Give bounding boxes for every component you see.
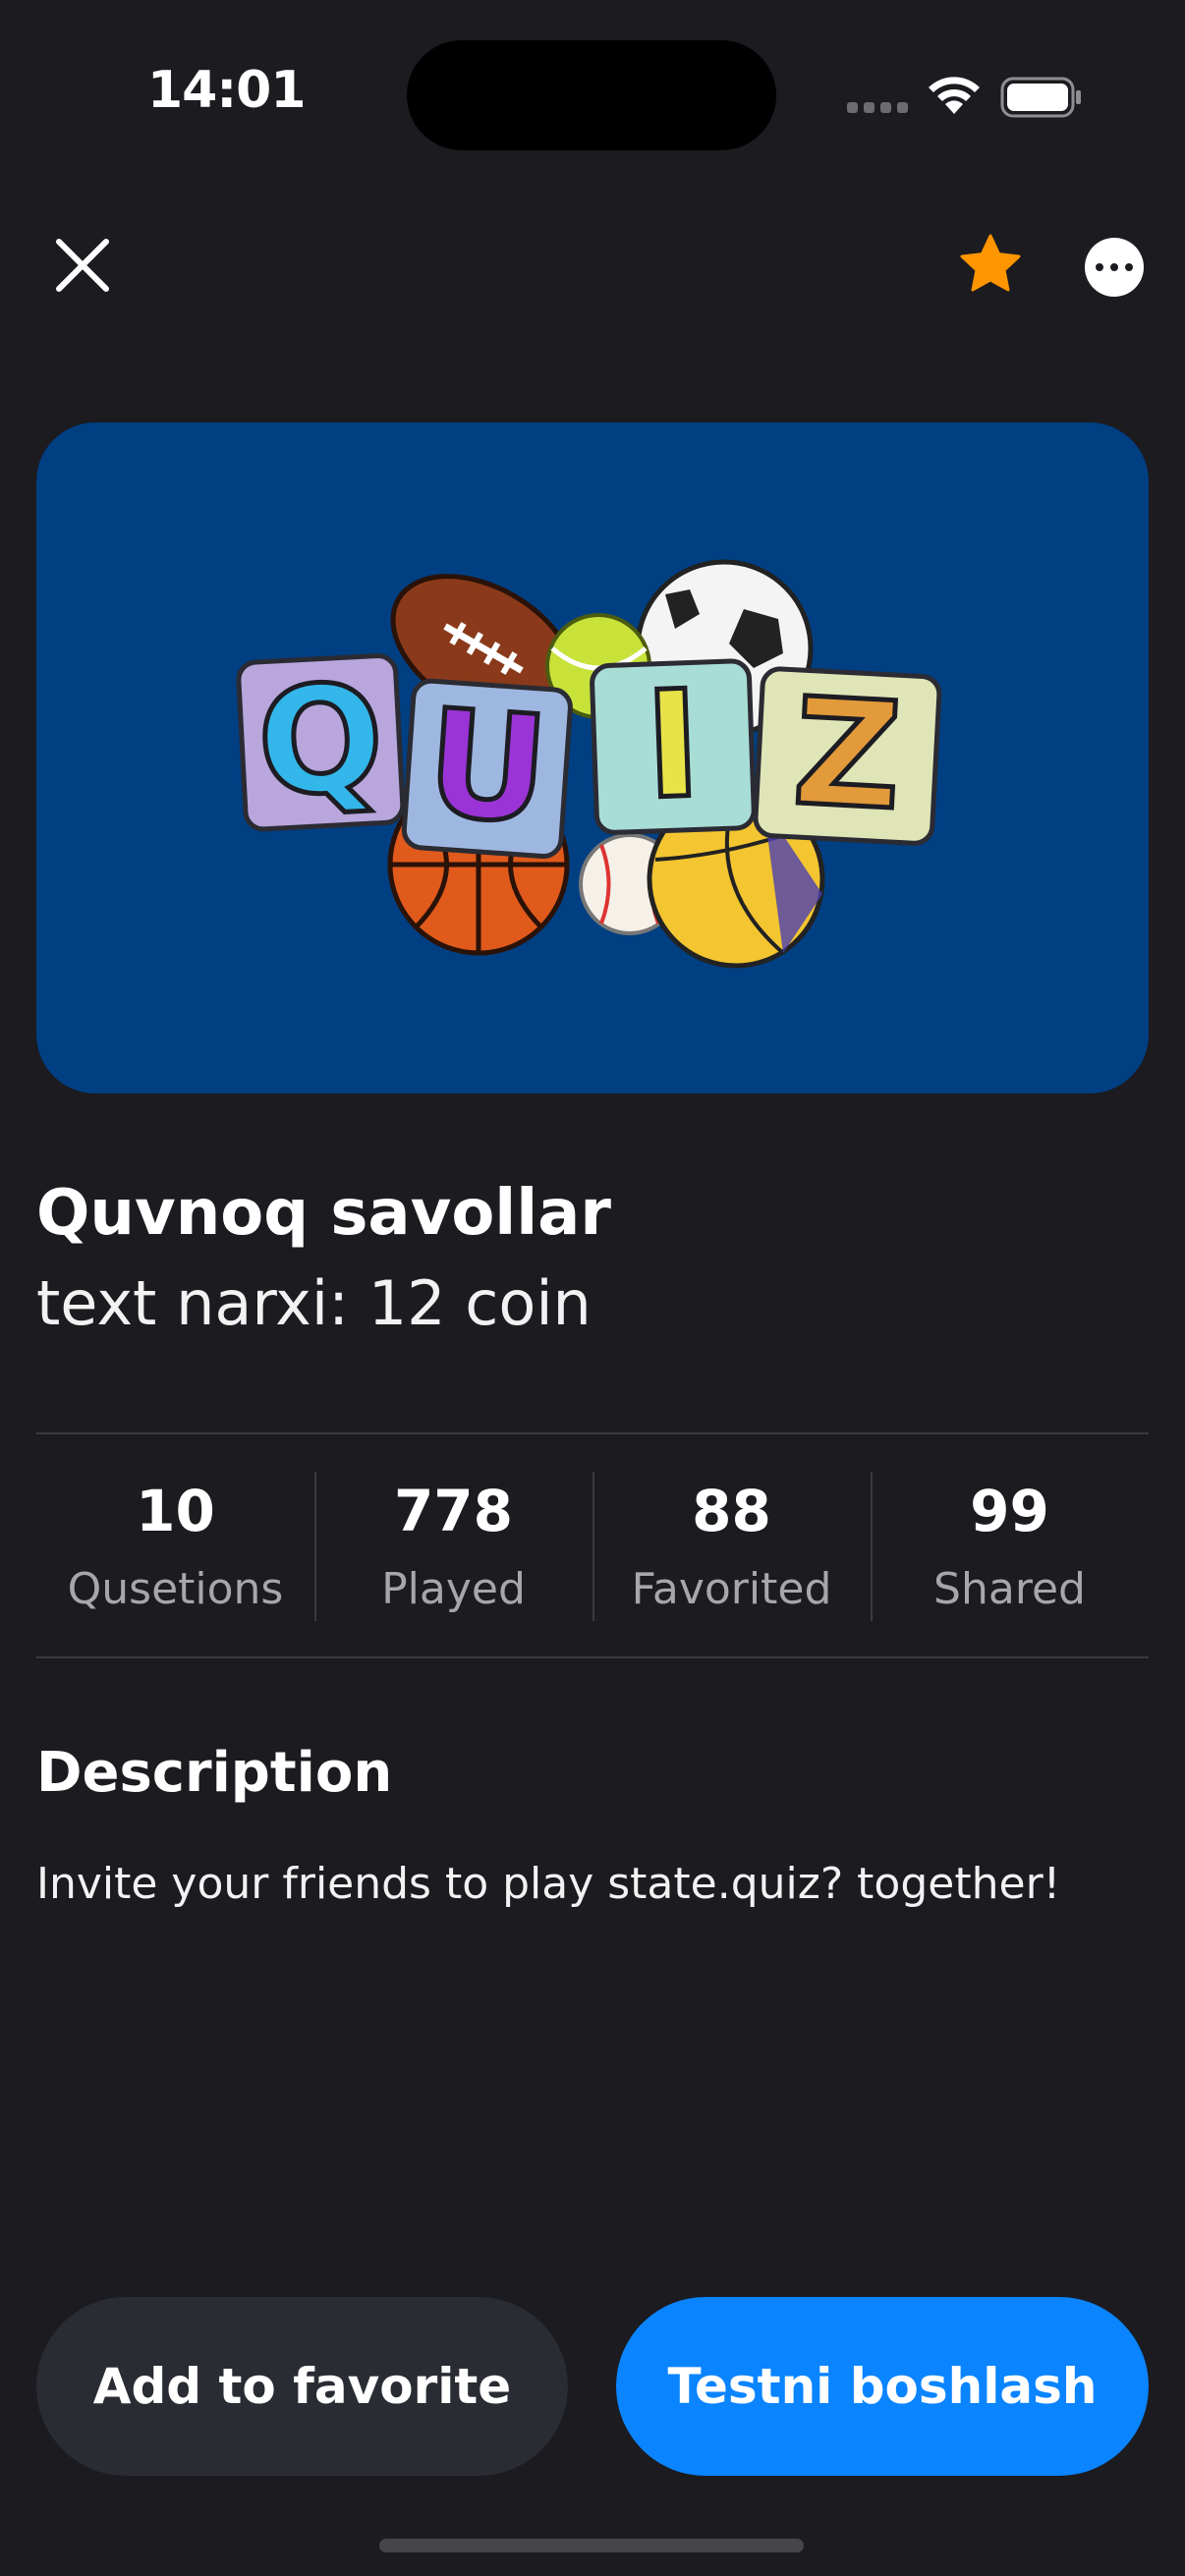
cellular-signal-icon <box>847 102 908 113</box>
quiz-stats: 10 Qusetions 778 Played 88 Favorited 99 … <box>36 1434 1149 1656</box>
stat-value: 99 <box>970 1477 1049 1544</box>
stat-value: 88 <box>692 1477 771 1544</box>
quiz-cover-image: Q U I Z <box>36 422 1149 1093</box>
stat-label: Favorited <box>631 1563 832 1614</box>
svg-text:Z: Z <box>790 667 906 843</box>
close-icon[interactable] <box>49 232 116 299</box>
star-icon[interactable] <box>957 232 1024 299</box>
stats-divider-bottom <box>36 1656 1149 1658</box>
svg-text:U: U <box>422 678 553 857</box>
more-icon[interactable] <box>1085 238 1144 297</box>
svg-text:Q: Q <box>254 652 387 829</box>
stat-shared: 99 Shared <box>871 1434 1149 1656</box>
stat-label: Shared <box>933 1563 1086 1614</box>
quiz-title: Quvnoq savollar <box>36 1177 611 1250</box>
svg-text:I: I <box>643 659 704 832</box>
stat-value: 10 <box>136 1477 215 1544</box>
stat-label: Qusetions <box>67 1563 284 1614</box>
wifi-icon <box>929 77 980 114</box>
stat-value: 778 <box>393 1477 514 1544</box>
home-indicator[interactable] <box>379 2539 804 2552</box>
stat-questions: 10 Qusetions <box>36 1434 314 1656</box>
quiz-price: text narxi: 12 coin <box>36 1267 592 1339</box>
start-quiz-button[interactable]: Testni boshlash <box>616 2297 1149 2476</box>
stat-label: Played <box>381 1563 526 1614</box>
battery-icon <box>1000 77 1081 118</box>
dynamic-island <box>407 40 776 150</box>
quiz-logo-illustration: Q U I Z <box>236 559 942 969</box>
description-heading: Description <box>36 1741 393 1805</box>
status-time: 14:01 <box>147 61 307 120</box>
stat-favorited: 88 Favorited <box>592 1434 871 1656</box>
add-to-favorite-button[interactable]: Add to favorite <box>36 2297 568 2476</box>
stat-played: 778 Played <box>314 1434 592 1656</box>
quiz-detail-screen: 14:01 Q U I Z Quvnoq savollar text narxi… <box>0 0 1185 2576</box>
description-text: Invite your friends to play state.quiz? … <box>36 1859 1061 1909</box>
